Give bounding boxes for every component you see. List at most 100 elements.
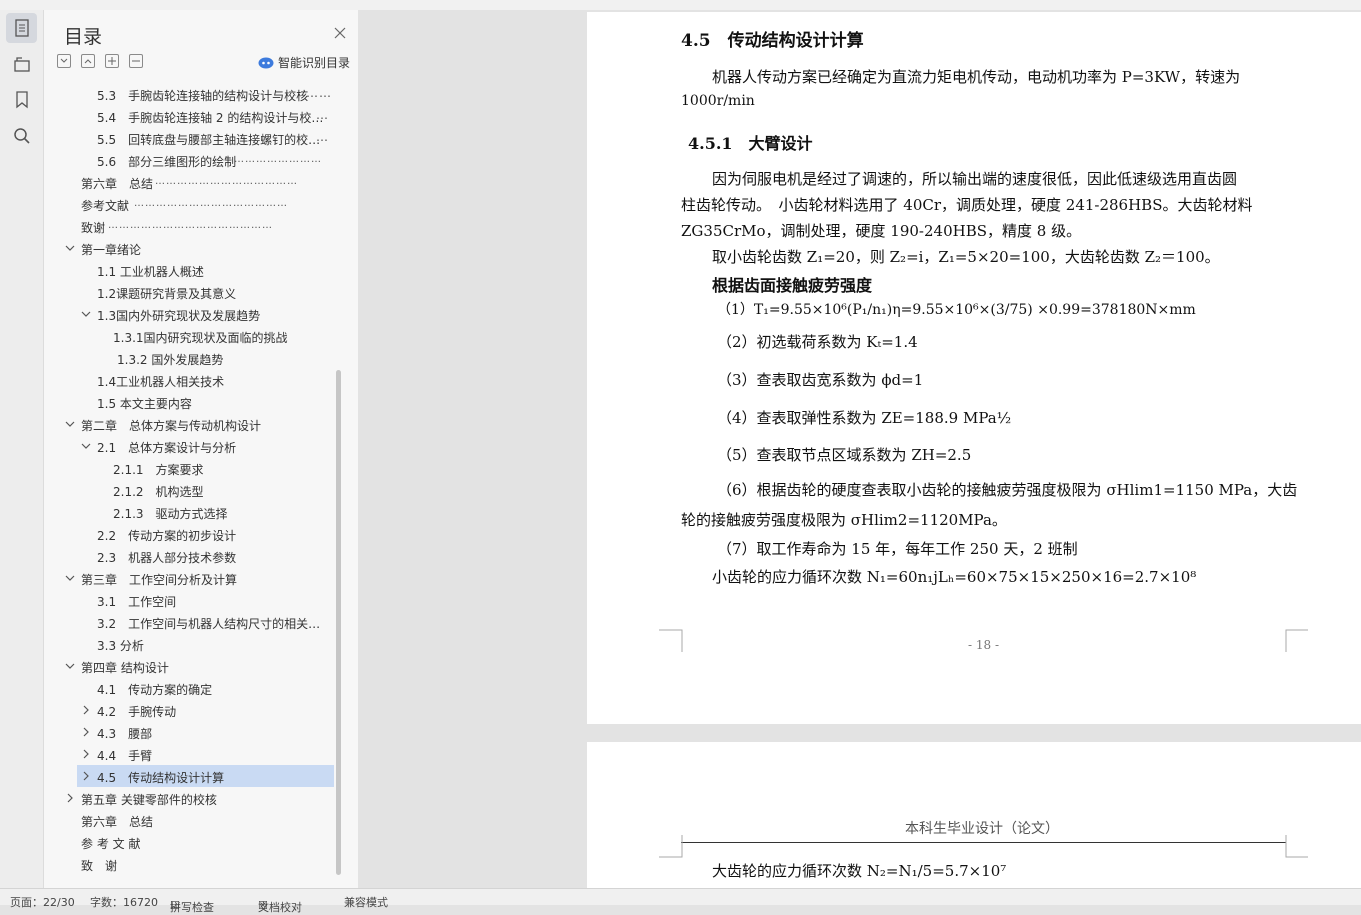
section-heading: 4.5 传动结构设计计算 xyxy=(681,31,864,51)
toc-item-2-1-2[interactable]: 2.1.2 机构选型 xyxy=(44,479,336,501)
toc-item-label: 4.4 手臂 xyxy=(97,749,153,763)
toc-item-3-2[interactable]: 3.2 工作空间与机器人结构尺寸的相关… xyxy=(44,611,336,633)
chevron-down-icon[interactable] xyxy=(64,660,76,672)
toc-item-ch4[interactable]: 第四章 结构设计 xyxy=(44,655,336,677)
toc-item-thanks[interactable]: 致谢……………………………………… xyxy=(44,215,336,237)
toc-item-label: 5.4 手腕齿轮连接轴 2 的结构设计与校… xyxy=(97,111,324,125)
chevron-down-icon[interactable] xyxy=(80,440,92,452)
toc-list: 5.3 手腕齿轮连接轴的结构设计与校核…… 5.4 手腕齿轮连接轴 2 的结构设… xyxy=(44,83,336,875)
toc-item-label: 2.3 机器人部分技术参数 xyxy=(97,551,237,565)
toc-panel-button[interactable] xyxy=(6,13,37,43)
toc-item-label: 3.3 分析 xyxy=(97,639,144,653)
chapter-nav-button[interactable] xyxy=(6,49,37,79)
search-button[interactable] xyxy=(6,121,37,151)
toc-item-1-3-2[interactable]: 1.3.2 国外发展趋势 xyxy=(44,347,336,369)
spell-check-label: 拼写检查 xyxy=(170,901,214,914)
paragraph-line: 轮的接触疲劳强度极限为 σHlim2=1120MPa。 xyxy=(681,511,1007,529)
toc-item-references-2[interactable]: 参 考 文 献 xyxy=(44,831,336,853)
toc-item-4-2[interactable]: 4.2 手腕传动 xyxy=(44,699,336,721)
toc-item-2-1-3[interactable]: 2.1.3 驱动方式选择 xyxy=(44,501,336,523)
status-bar: 页面：22/30 字数：16720 ☑ 拼写检查 ☒ 文档校对 兼容模式 xyxy=(0,888,1361,914)
toc-item-4-1[interactable]: 4.1 传动方案的确定 xyxy=(44,677,336,699)
chevron-right-icon[interactable] xyxy=(80,748,92,760)
formula-line: 大齿轮的应力循环次数 N₂=N₁/5=5.7×10⁷ xyxy=(712,862,1007,880)
toc-item-5-6[interactable]: 5.6 部分三维图形的绘制…………………… xyxy=(44,149,336,171)
toc-item-1-3-1[interactable]: 1.3.1国内研究现状及面临的挑战 xyxy=(44,325,336,347)
toc-item-1-4[interactable]: 1.4工业机器人相关技术 xyxy=(44,369,336,391)
page-count[interactable]: 页面：22/30 xyxy=(10,894,75,910)
bookmark-icon xyxy=(15,91,28,109)
document-area: 4.5 传动结构设计计算 机器人传动方案已经确定为直流力矩电机传动，电动机功率为… xyxy=(358,10,1361,888)
toc-item-leader: …………………………………… xyxy=(134,198,288,209)
add-heading-button[interactable] xyxy=(105,54,119,68)
toc-item-1-2[interactable]: 1.2课题研究背景及其意义 xyxy=(44,281,336,303)
proofread-label: 文档校对 xyxy=(258,901,302,914)
formula-line: （5）查表取节点区域系数为 ZH=2.5 xyxy=(717,446,972,464)
toc-scrollbar[interactable] xyxy=(336,370,341,875)
toc-item-5-3[interactable]: 5.3 手腕齿轮连接轴的结构设计与校核…… xyxy=(44,83,336,105)
chevron-down-icon[interactable] xyxy=(64,418,76,430)
crop-mark xyxy=(1285,835,1308,858)
chevron-right-icon[interactable] xyxy=(64,792,76,804)
toc-item-label: 致 谢 xyxy=(81,859,118,873)
toc-item-4-4[interactable]: 4.4 手臂 xyxy=(44,743,336,765)
formula-line: （2）初选载荷系数为 Kₜ=1.4 xyxy=(717,333,918,351)
toc-item-2-1[interactable]: 2.1 总体方案设计与分析 xyxy=(44,435,336,457)
paragraph-line: 1000r/min xyxy=(681,93,755,109)
chevron-right-icon[interactable] xyxy=(80,770,92,782)
chevron-down-icon[interactable] xyxy=(64,572,76,584)
toc-item-ch3[interactable]: 第三章 工作空间分析及计算 xyxy=(44,567,336,589)
toc-item-label: 参考文献 xyxy=(81,199,130,213)
document-page: 4.5 传动结构设计计算 机器人传动方案已经确定为直流力矩电机传动，电动机功率为… xyxy=(587,12,1361,724)
toc-item-label: 第一章绪论 xyxy=(81,243,142,257)
paragraph-line: （6）根据齿轮的硬度查表取小齿轮的接触疲劳强度极限为 σHlim1=1150 M… xyxy=(717,481,1298,499)
remove-heading-button[interactable] xyxy=(129,54,143,68)
toc-item-1-3[interactable]: 1.3国内外研究现状及发展趋势 xyxy=(44,303,336,325)
smart-toc-button[interactable]: 智能识别目录 xyxy=(258,54,350,71)
toc-item-1-5[interactable]: 1.5 本文主要内容 xyxy=(44,391,336,413)
toc-item-2-1-1[interactable]: 2.1.1 方案要求 xyxy=(44,457,336,479)
formula-line: （3）查表取齿宽系数为 ϕd=1 xyxy=(717,371,924,389)
chevron-right-icon[interactable] xyxy=(80,704,92,716)
chevron-right-icon[interactable] xyxy=(80,726,92,738)
toc-item-2-3[interactable]: 2.3 机器人部分技术参数 xyxy=(44,545,336,567)
toc-item-label: 第四章 结构设计 xyxy=(81,661,169,675)
ai-cloud-icon xyxy=(258,57,274,68)
close-icon[interactable] xyxy=(334,27,346,39)
toc-item-ch6-summary[interactable]: 第六章 总结………………………………… xyxy=(44,171,336,193)
toc-item-1-1[interactable]: 1.1 工业机器人概述 xyxy=(44,259,336,281)
toc-item-label: 致谢 xyxy=(81,221,106,235)
toc-item-leader: … xyxy=(316,108,329,122)
toc-item-leader: ………………………………… xyxy=(155,176,298,187)
toc-title: 目录 xyxy=(64,26,103,48)
plus-icon xyxy=(108,57,116,65)
expand-all-button[interactable] xyxy=(57,54,71,68)
toc-item-thanks-2[interactable]: 致 谢 xyxy=(44,853,336,875)
toc-item-ch5[interactable]: 第五章 关键零部件的校核 xyxy=(44,787,336,809)
toc-item-references[interactable]: 参考文献 …………………………………… xyxy=(44,193,336,215)
toc-item-4-3[interactable]: 4.3 腰部 xyxy=(44,721,336,743)
toc-item-label: 1.3.2 国外发展趋势 xyxy=(117,353,224,367)
toc-item-label: 2.1.2 机构选型 xyxy=(113,485,204,499)
toc-item-ch2[interactable]: 第二章 总体方案与传动机构设计 xyxy=(44,413,336,435)
toc-item-3-1[interactable]: 3.1 工作空间 xyxy=(44,589,336,611)
toc-item-ch6[interactable]: 第六章 总结 xyxy=(44,809,336,831)
toc-item-label: 4.1 传动方案的确定 xyxy=(97,683,213,697)
toc-item-label: 4.2 手腕传动 xyxy=(97,705,177,719)
toc-item-5-4[interactable]: 5.4 手腕齿轮连接轴 2 的结构设计与校…… xyxy=(44,105,336,127)
toc-item-3-3[interactable]: 3.3 分析 xyxy=(44,633,336,655)
collapse-all-button[interactable] xyxy=(81,54,95,68)
toc-item-2-2[interactable]: 2.2 传动方案的初步设计 xyxy=(44,523,336,545)
toc-item-4-5[interactable]: 4.5 传动结构设计计算 xyxy=(77,765,334,787)
toc-item-5-5[interactable]: 5.5 回转底盘与腰部主轴连接螺钉的校…… xyxy=(44,127,336,149)
toc-item-label: 3.2 工作空间与机器人结构尺寸的相关… xyxy=(97,617,321,631)
toc-item-label: 5.6 部分三维图形的绘制 xyxy=(97,155,237,169)
word-count[interactable]: 字数：16720 xyxy=(90,894,158,910)
chevron-down-icon[interactable] xyxy=(64,242,76,254)
chevron-down-icon[interactable] xyxy=(80,308,92,320)
toc-item-label: 1.5 本文主要内容 xyxy=(97,397,192,411)
toc-item-ch1[interactable]: 第一章绪论 xyxy=(44,237,336,259)
bookmark-button[interactable] xyxy=(6,85,37,115)
paragraph-line: 因为伺服电机是经过了调速的，所以输出端的速度很低，因此低速级选用直齿圆 xyxy=(712,170,1238,188)
toc-item-label: 第六章 总结 xyxy=(81,177,154,191)
